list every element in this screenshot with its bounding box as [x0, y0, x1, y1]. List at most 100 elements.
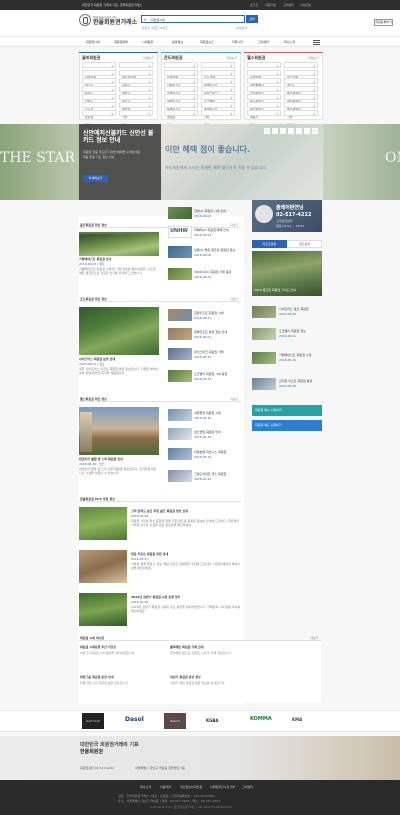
footer-link-support[interactable]: 고객센터: [242, 785, 253, 789]
condo-feature-title[interactable]: 사이프러스 회원권 분양 안내: [79, 357, 115, 361]
panel-0-select-2-0[interactable]: 충청도▾: [82, 78, 116, 95]
condo-list-title-4[interactable]: 오크밸리 회원권 시세 동향: [194, 372, 227, 376]
panel-0-select-0-0[interactable]: 지역선택▾: [82, 62, 116, 79]
panel-0-select-6-1[interactable]: 검색▾: [119, 110, 153, 127]
column-image-2[interactable]: [79, 550, 127, 583]
condo-section-more[interactable]: 더보기: [230, 297, 238, 301]
sidebar-list-title-2[interactable]: 오크밸리 회원권 정보: [279, 329, 306, 333]
panel-2-select-3-1[interactable]: 광주광역시▾: [284, 86, 318, 103]
top-link-login[interactable]: 로그인: [250, 3, 258, 7]
top-link-sitemap[interactable]: 사이트맵: [300, 3, 311, 7]
banner-dot-1[interactable]: [272, 128, 278, 134]
panel-0-select-4-0[interactable]: 수도권▾: [82, 94, 116, 111]
partner-logo-3[interactable]: Resort: [164, 713, 186, 729]
column-title-1[interactable]: 고객 만족도 높은 추천 골프 회원권 정보 안내: [131, 509, 188, 513]
golf-list-title-1[interactable]: 한성CC 회원권 시세 안내: [194, 209, 226, 213]
nav-item-price[interactable]: 회원권시세: [86, 40, 100, 44]
sidebar-list-thumb-2[interactable]: [252, 328, 276, 340]
board-right-title-2[interactable]: 아난티 회원권 분양 정보: [170, 675, 201, 679]
panel-1-select-4-0[interactable]: 용평리조트▾: [164, 94, 198, 111]
banner-prev-icon[interactable]: ‹: [264, 128, 270, 134]
panel-2-select-1-1[interactable]: 경기도▾: [284, 70, 318, 87]
board-left-title-2[interactable]: 대명그룹 회원권 분양 안내: [80, 675, 114, 679]
panel-1-select-1-0[interactable]: 한화리조트▾: [164, 70, 198, 87]
register-button[interactable]: 회원등록하기: [374, 19, 393, 26]
condo-feature-image[interactable]: [79, 307, 159, 355]
golf-list-thumb-4[interactable]: [168, 268, 192, 280]
health-list-title-4[interactable]: 그랜드하얏트 헬스 회원권: [194, 472, 226, 476]
nav-item-sale[interactable]: 분양정보: [172, 40, 183, 44]
condo-list-title-3[interactable]: 휘닉스파크 회원권 거래: [194, 350, 224, 354]
footer-link-terms[interactable]: 이용약관: [160, 785, 171, 789]
sidebar-feature-title[interactable]: 2016 골프장 회원권 가이드 안내: [254, 288, 296, 292]
menu-icon[interactable]: [313, 39, 320, 45]
partner-logo-5[interactable]: KOMMA: [250, 716, 272, 722]
condo-list-thumb-1[interactable]: [168, 309, 192, 321]
partner-logo-1[interactable]: Golf Club: [82, 713, 104, 729]
golf-list-title-3[interactable]: 남촌CC 명문 골프장 회원권 정보: [194, 248, 235, 252]
panel-0-select-0-1[interactable]: 골프장선택▾: [119, 62, 153, 79]
sell-request-button[interactable]: 회원권 매도 신청하기: [252, 420, 322, 431]
board-left-title-1[interactable]: 회원권 시세동향 주간 리포트: [80, 645, 116, 649]
nav-item-trade[interactable]: 회원권매매: [114, 40, 128, 44]
panel-2-select-2-1[interactable]: 부산광역시▾: [284, 78, 318, 95]
panel-0-select-2-1[interactable]: 경상도▾: [119, 78, 153, 95]
banner-dot-3[interactable]: [288, 128, 294, 134]
health-list-thumb-3[interactable]: [168, 448, 192, 460]
golf-list-title-4[interactable]: 아시아나CC 회원권 거래 동향: [194, 270, 231, 274]
condo-list-thumb-4[interactable]: [168, 370, 192, 382]
board-section-more[interactable]: 더보기: [310, 636, 318, 640]
panel-1-select-3-1[interactable]: 오크밸리▾: [201, 86, 235, 103]
condo-list-thumb-2[interactable]: [168, 328, 192, 340]
golf-feature-title[interactable]: 가평베네스트 회원권 안내: [79, 257, 111, 261]
condo-list-thumb-3[interactable]: [168, 348, 192, 360]
sidebar-phone[interactable]: 02-517-4222: [276, 212, 311, 218]
banner-next-icon[interactable]: ›: [312, 128, 318, 134]
panel-1-select-2-0[interactable]: 금호리조트▾: [164, 78, 198, 95]
panel-1-select-5-0[interactable]: 켄싱턴▾: [164, 102, 198, 119]
column-image-1[interactable]: [79, 507, 127, 540]
panel-0-select-3-1[interactable]: 제주도▾: [119, 86, 153, 103]
panel-1-select-6-1[interactable]: 검색▾: [201, 110, 235, 127]
sidebar-list-thumb-3[interactable]: [252, 352, 276, 364]
golf-feature-photo[interactable]: [79, 234, 159, 256]
panel-2-select-6-1[interactable]: 검색▾: [284, 110, 318, 127]
panel-golf-more[interactable]: 전체보기: [143, 56, 154, 60]
health-list-thumb-2[interactable]: [168, 428, 192, 440]
panel-2-select-0-0[interactable]: 지역선택▾: [247, 62, 281, 79]
panel-2-select-1-0[interactable]: 서울특별시▾: [247, 70, 281, 87]
search-tags[interactable]: #골프 #콘도 #헬스: [142, 26, 168, 30]
panel-1-select-6-0[interactable]: 전체▾: [164, 110, 198, 127]
golf-section-more[interactable]: 더보기: [230, 223, 238, 227]
health-section-more[interactable]: 더보기: [230, 397, 238, 401]
sidebar-list-thumb-1[interactable]: [252, 306, 276, 318]
health-list-title-2[interactable]: 남산클럽 회원권 안내: [194, 430, 221, 434]
partner-logo-4[interactable]: KGBA: [206, 718, 219, 723]
condo-list-title-1[interactable]: 한화리조트 회원권 시세: [194, 311, 224, 315]
panel-2-select-5-0[interactable]: 세종시▾: [247, 102, 281, 119]
sidebar-list-title-4[interactable]: 곤지암 리조트 회원권 분양: [279, 379, 312, 383]
footer-link-about[interactable]: 회사소개: [140, 785, 151, 789]
sidebar-list-thumb-4[interactable]: [252, 378, 276, 390]
search-detail-link[interactable]: 상세검색: [236, 26, 247, 30]
partner-logo-2[interactable]: Dasol: [125, 716, 144, 724]
column-title-2[interactable]: 명문 리조트 회원권 추천 안내: [131, 552, 168, 556]
panel-2-select-3-0[interactable]: 대구광역시▾: [247, 86, 281, 103]
logo-name[interactable]: 한울회원권거래소: [93, 19, 137, 26]
nav-item-about[interactable]: 회사소개: [284, 40, 295, 44]
sidebar-list-title-1[interactable]: 사이프러스 골프 회원권: [279, 307, 309, 311]
health-list-thumb-4[interactable]: [168, 470, 192, 482]
panel-0-select-4-1[interactable]: 영남권▾: [119, 94, 153, 111]
panel-1-select-0-1[interactable]: 콘도선택▾: [201, 62, 235, 79]
panel-2-select-6-0[interactable]: 전체▾: [247, 110, 281, 127]
panel-health-more[interactable]: 전체보기: [308, 56, 319, 60]
panel-1-select-1-1[interactable]: 대명리조트▾: [201, 70, 235, 87]
panel-0-select-6-0[interactable]: 전체▾: [82, 110, 116, 127]
banner-dot-2[interactable]: [280, 128, 286, 134]
nav-item-support[interactable]: 고객센터: [258, 40, 269, 44]
top-link-support[interactable]: 고객센터: [283, 3, 294, 7]
golf-list-thumb-3[interactable]: [168, 246, 192, 258]
footer-link-email[interactable]: 이메일무단수집거부: [210, 785, 235, 789]
nav-item-trend[interactable]: 시세동향: [142, 40, 153, 44]
search-input[interactable]: ⌕ 회원권시세: [141, 15, 245, 23]
